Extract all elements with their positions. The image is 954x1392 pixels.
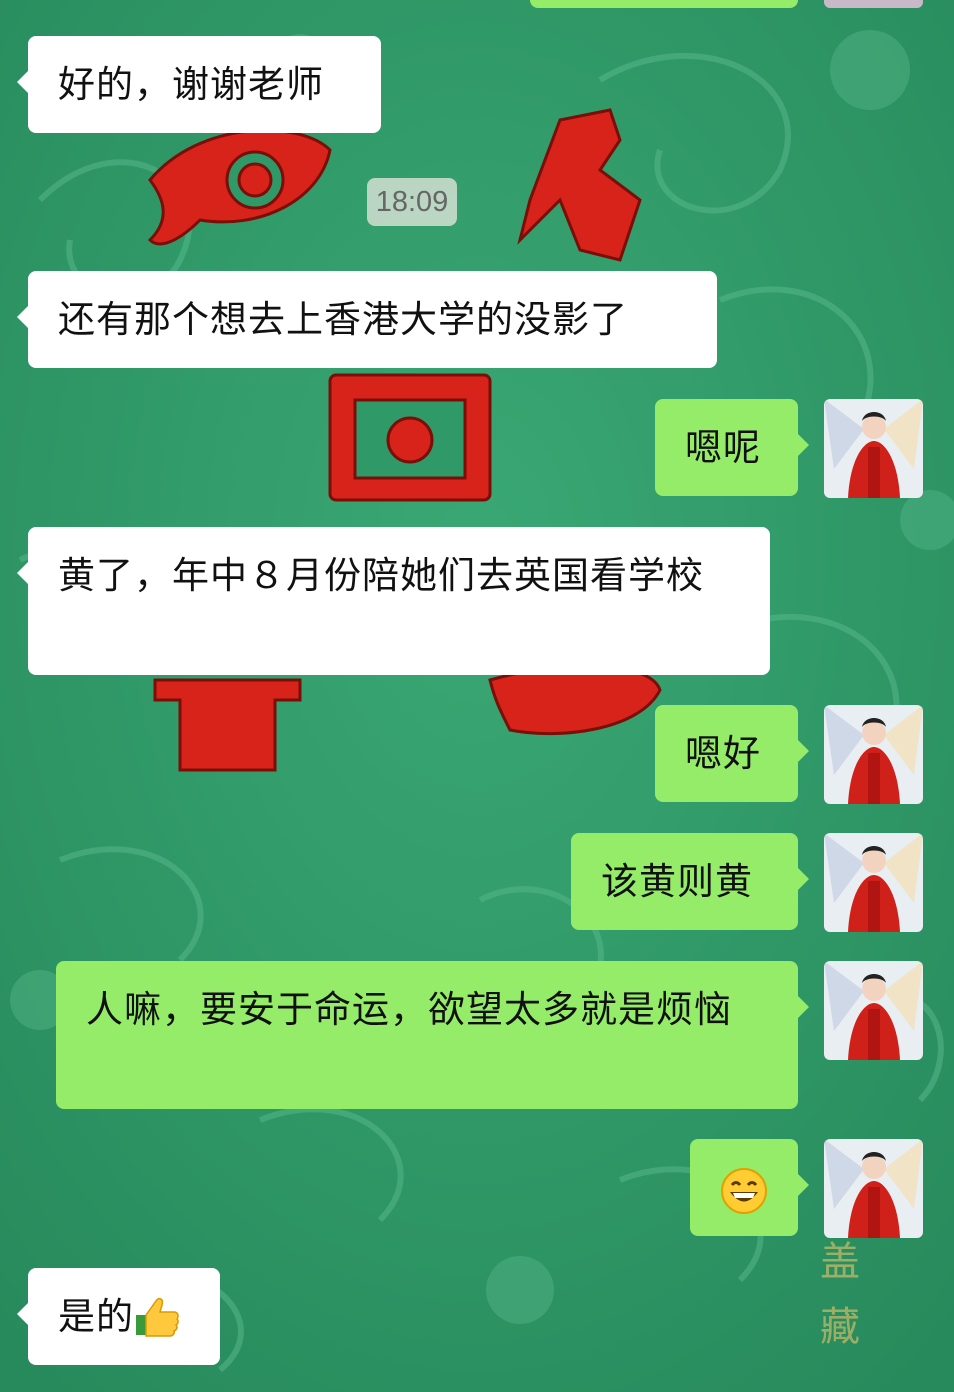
message-bubble-incoming[interactable]: 好的，谢谢老师 [17,36,381,133]
user-avatar[interactable] [824,705,923,804]
user-avatar[interactable] [824,961,923,1060]
message-bubble-outgoing[interactable]: 嗯呢 [655,399,809,496]
avatar-woman-red-robe-icon [824,705,923,804]
user-avatar[interactable] [824,399,923,498]
message-bubble-incoming[interactable]: 黄了，年中８月份陪她们去英国看学校 [17,527,770,675]
user-avatar[interactable] [824,1139,923,1238]
message-bubble-incoming[interactable]: 是的 [17,1268,220,1365]
avatar-woman-red-robe-icon [824,961,923,1060]
message-bubble-outgoing[interactable] [690,1139,809,1236]
previous-message-bubble-edge [530,0,798,8]
message-text: 还有那个想去上香港大学的没影了 [58,298,628,341]
message-text: 是的 [58,1295,134,1338]
user-avatar[interactable] [824,833,923,932]
message-text: 嗯好 [685,732,761,775]
message-bubble-outgoing[interactable]: 该黄则黄 [571,833,809,930]
message-text: 嗯呢 [685,426,761,469]
message-text: 该黄则黄 [601,860,753,903]
avatar-woman-red-robe-icon [824,1139,923,1238]
message-timestamp: 18:09 [367,178,457,226]
thumbs-up-icon [136,1297,179,1337]
avatar-woman-red-robe-icon [824,833,923,932]
message-bubble-outgoing[interactable]: 嗯好 [655,705,809,802]
message-text: 人嘛，要安于命运，欲望太多就是烦恼 [86,988,732,1031]
svg-text:藏: 藏 [820,1304,860,1350]
message-text: 好的，谢谢老师 [58,63,324,106]
message-text: 黄了，年中８月份陪她们去英国看学校 [58,554,704,597]
chat-background-wallpaper: 盖 藏 [0,0,954,1392]
message-bubble-incoming[interactable]: 还有那个想去上香港大学的没影了 [17,271,717,368]
message-bubble-outgoing[interactable]: 人嘛，要安于命运，欲望太多就是烦恼 [56,961,809,1109]
grinning-face-icon [721,1167,767,1214]
previous-avatar-edge [824,0,923,8]
svg-text:盖: 盖 [820,1239,860,1285]
avatar-woman-red-robe-icon [824,399,923,498]
